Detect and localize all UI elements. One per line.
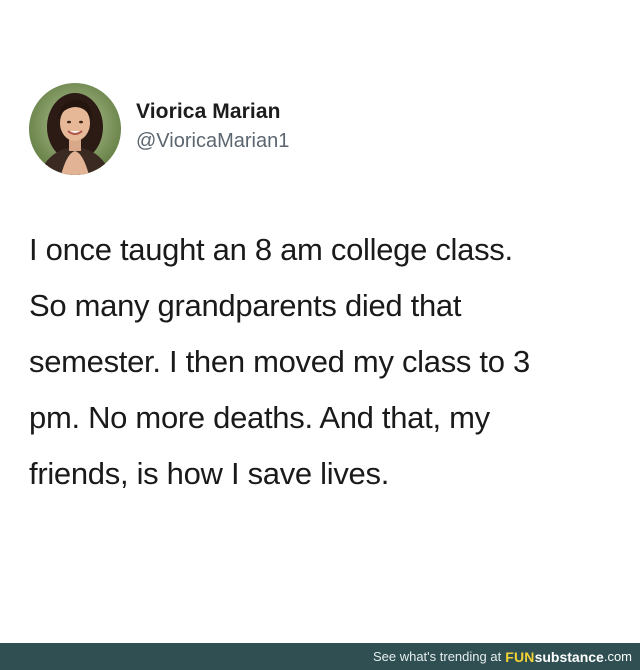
footer-text: See what's trending at bbox=[372, 649, 502, 664]
tweet-line: friends, is how I save lives. bbox=[29, 456, 390, 491]
meme-page: Viorica Marian @VioricaMarian1 I once ta… bbox=[0, 0, 640, 670]
tweet-line: pm. No more deaths. And that, my bbox=[29, 400, 490, 435]
footer-brand-substance: substance bbox=[534, 648, 604, 665]
watermark-footer[interactable]: See what's trending at FUN substance .co… bbox=[0, 643, 640, 670]
tweet-author-header: Viorica Marian @VioricaMarian1 bbox=[29, 83, 289, 175]
tweet-text: I once taught an 8 am college class. So … bbox=[29, 222, 629, 502]
author-handle[interactable]: @VioricaMarian1 bbox=[136, 128, 289, 154]
avatar[interactable] bbox=[29, 83, 121, 175]
tweet-line: semester. I then moved my class to 3 bbox=[29, 344, 530, 379]
tweet-line: So many grandparents died that bbox=[29, 288, 462, 323]
footer-brand-domain: .com bbox=[603, 649, 632, 664]
author-display-name[interactable]: Viorica Marian bbox=[136, 99, 289, 125]
footer-brand-fun: FUN bbox=[505, 648, 535, 665]
author-names: Viorica Marian @VioricaMarian1 bbox=[136, 99, 289, 154]
profile-photo-icon bbox=[29, 83, 121, 175]
tweet-line: I once taught an 8 am college class. bbox=[29, 232, 513, 267]
